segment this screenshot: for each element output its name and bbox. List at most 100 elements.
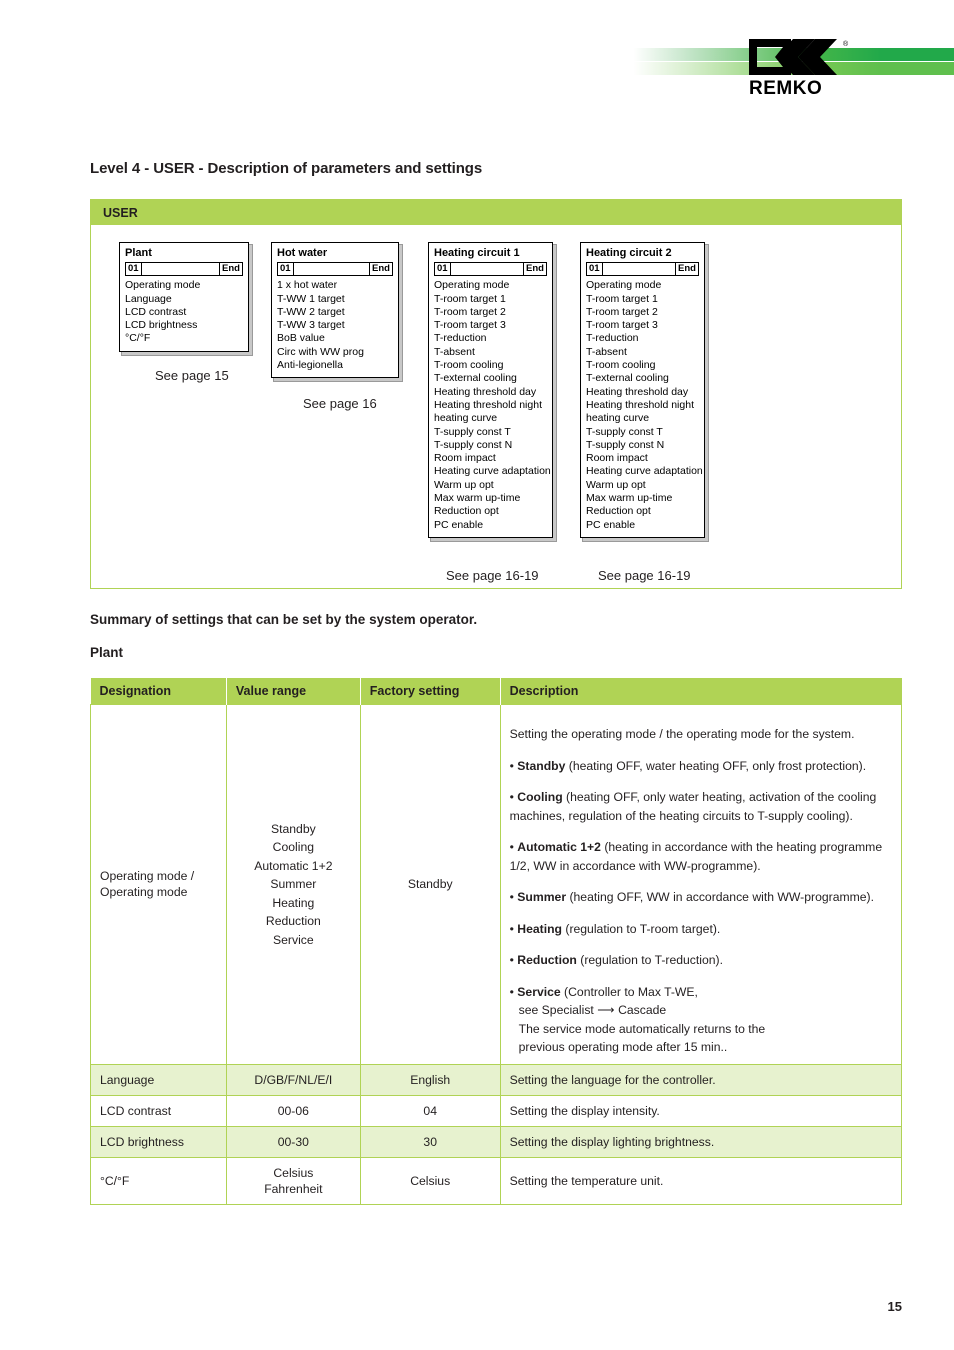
plant-subheading: Plant [90, 645, 124, 660]
list-item[interactable]: T-supply const N [586, 439, 699, 452]
cell-factory-setting: 04 [359, 1094, 501, 1127]
list-item[interactable]: T-WW 1 target [277, 293, 393, 306]
list-item[interactable]: Heating curve adaptation [586, 465, 703, 478]
list-item[interactable]: T-absent [586, 346, 699, 359]
service-line-4: previous operating mode after 15 min.. [518, 1040, 728, 1054]
list-item[interactable]: T-room cooling [586, 359, 699, 372]
list-item[interactable]: T-supply const T [586, 426, 699, 439]
column-header-designation: Designation [90, 678, 227, 705]
list-item[interactable]: heating curve [586, 412, 699, 425]
list-item[interactable]: °C/°F [125, 332, 243, 345]
designation-line-2: Operating mode [100, 885, 188, 900]
list-item[interactable]: Room impact [586, 452, 699, 465]
list-item[interactable]: PC enable [434, 519, 547, 532]
cell-designation: Operating mode / Operating mode [90, 704, 227, 1065]
cell-value-range: 00-30 [225, 1125, 361, 1158]
user-panel-label: USER [91, 200, 901, 225]
caption-see-page-plant: See page 15 [155, 368, 229, 383]
description-bullet-cooling: • Cooling (heating OFF, only water heati… [510, 788, 892, 825]
lcd-end-button[interactable]: End [675, 262, 699, 277]
list-item[interactable]: Heating threshold night [434, 399, 547, 412]
list-item[interactable]: T-WW 2 target [277, 306, 393, 319]
list-item[interactable]: T-room cooling [434, 359, 547, 372]
lcd-end-button[interactable]: End [369, 262, 393, 277]
value-option: Standby [270, 821, 316, 836]
cell-description: Setting the temperature unit. [499, 1156, 903, 1205]
list-item[interactable]: Operating mode [434, 279, 547, 292]
lcd-box-heating-circuit-1: Heating circuit 1 01 End Operating mode … [428, 242, 553, 538]
value-option: Heating [272, 895, 315, 910]
bullet-term: Automatic 1+2 [517, 840, 601, 854]
list-item[interactable]: 1 x hot water [277, 279, 393, 292]
list-item[interactable]: T-WW 3 target [277, 319, 393, 332]
value-option: Cooling [272, 840, 315, 854]
list-item[interactable]: heating curve [434, 412, 547, 425]
bullet-term: Service [517, 984, 561, 999]
list-item[interactable]: BoB value [277, 332, 393, 345]
list-item[interactable]: Circ with WW prog [277, 346, 393, 359]
description-intro: Setting the operating mode / the operati… [509, 727, 855, 741]
lcd-index: 01 [434, 262, 451, 277]
lcd-end-button[interactable]: End [523, 262, 547, 277]
page-number: 15 [887, 1299, 902, 1314]
list-item[interactable]: Anti-legionella [277, 359, 393, 372]
cell-factory-setting: 30 [359, 1125, 501, 1158]
bullet-text: (heating OFF, water heating OFF, only fr… [565, 758, 867, 773]
caption-see-page-hc2: See page 16-19 [598, 568, 691, 583]
cell-description: Setting the display lighting brightness. [499, 1125, 903, 1158]
list-item[interactable]: Heating threshold day [434, 386, 547, 399]
list-item[interactable]: T-room target 1 [434, 293, 547, 306]
page-title: Level 4 - USER - Description of paramete… [90, 160, 483, 177]
lcd-status-bar: 01 End [125, 262, 243, 277]
list-item[interactable]: Max warm up-time [586, 492, 699, 505]
value-option: Automatic 1+2 [254, 858, 333, 873]
bullet-text: (heating OFF, only water heating, activa… [509, 790, 877, 823]
list-item[interactable]: T-external cooling [586, 372, 699, 385]
list-item[interactable]: LCD contrast [125, 306, 243, 319]
description-bullet-standby: • Standby (heating OFF, water heating OF… [510, 757, 892, 776]
list-item[interactable]: LCD brightness [125, 319, 243, 332]
description-bullet-heating: • Heating (regulation to T-room target). [510, 920, 892, 939]
list-item[interactable]: T-external cooling [434, 372, 547, 385]
list-item[interactable]: Warm up opt [586, 479, 699, 492]
list-item[interactable]: Reduction opt [586, 505, 699, 518]
list-item[interactable]: Reduction opt [434, 505, 547, 518]
list-item[interactable]: Heating curve adaptation [434, 465, 551, 478]
bullet-term: Heating [517, 921, 562, 936]
cell-factory-setting: Celsius [359, 1156, 501, 1205]
list-item[interactable]: T-absent [434, 346, 547, 359]
list-item[interactable]: PC enable [586, 519, 699, 532]
list-item[interactable]: T-room target 1 [586, 293, 699, 306]
list-item[interactable]: Heating threshold day [586, 386, 699, 399]
list-item[interactable]: T-supply const N [434, 439, 547, 452]
service-line-2: see Specialist ⟶ Cascade [510, 1001, 892, 1020]
bullet-marker: • [509, 953, 514, 967]
lcd-box-heating-circuit-2: Heating circuit 2 01 End Operating mode … [580, 242, 705, 538]
list-item[interactable]: Operating mode [125, 279, 243, 292]
list-item[interactable]: Heating threshold night [586, 399, 699, 412]
lcd-title: Plant [125, 247, 152, 259]
parameters-table: Designation Value range Factory setting … [90, 678, 903, 1205]
list-item[interactable]: Max warm up-time [434, 492, 547, 505]
list-item[interactable]: Room impact [434, 452, 547, 465]
service-line-2-pre: see Specialist [518, 1003, 598, 1017]
svg-text:REMKO: REMKO [749, 78, 822, 98]
list-item[interactable]: Operating mode [586, 279, 699, 292]
list-item[interactable]: Language [125, 293, 243, 306]
list-item[interactable]: Warm up opt [434, 479, 547, 492]
list-item[interactable]: T-reduction [586, 332, 699, 345]
list-item[interactable]: T-supply const T [434, 426, 547, 439]
lcd-title: Heating circuit 2 [586, 247, 672, 259]
bullet-marker: • [509, 921, 514, 936]
list-item[interactable]: T-room target 3 [586, 319, 699, 332]
bullet-marker: • [509, 790, 514, 804]
table-row: °C/°F Celsius Fahrenheit Celsius Setting… [90, 1156, 903, 1205]
service-line-3: The service mode automatically returns t… [518, 1021, 766, 1036]
list-item[interactable]: T-room target 2 [586, 306, 699, 319]
list-item[interactable]: T-room target 2 [434, 306, 547, 319]
list-item[interactable]: T-room target 3 [434, 319, 547, 332]
bullet-term: Standby [517, 758, 566, 773]
lcd-end-button[interactable]: End [219, 262, 243, 277]
lcd-status-bar: 01 End [434, 262, 547, 277]
list-item[interactable]: T-reduction [434, 332, 547, 345]
